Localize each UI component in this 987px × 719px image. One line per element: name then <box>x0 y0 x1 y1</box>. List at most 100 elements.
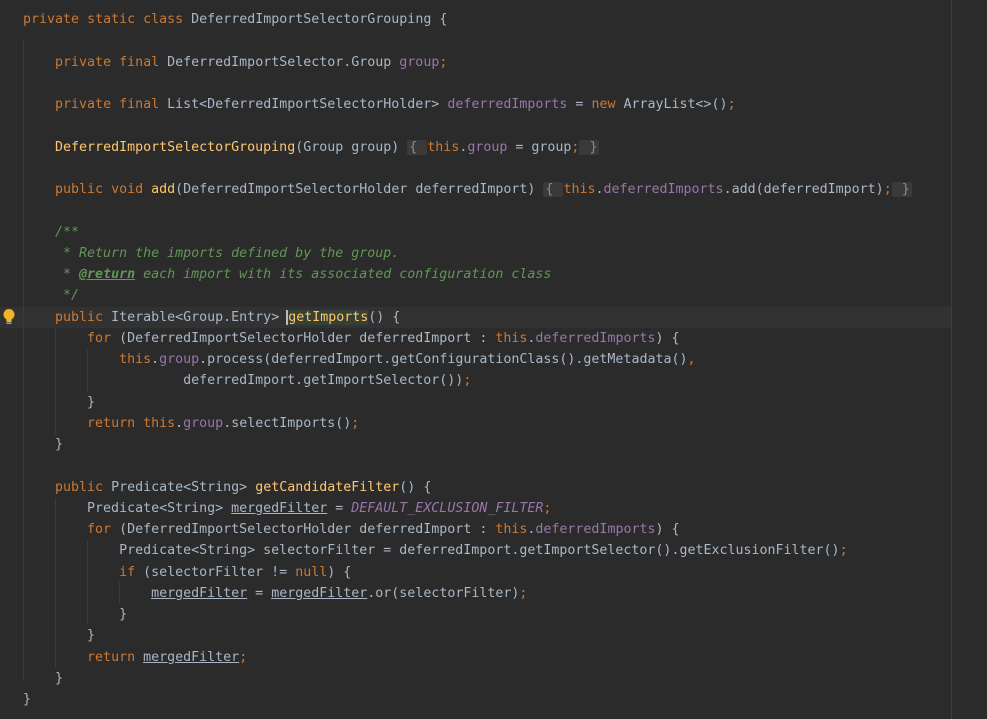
code-line[interactable]: private final DeferredImportSelector.Gro… <box>23 52 447 73</box>
code-token: } <box>23 670 64 686</box>
code-token: .process(deferredImport.getConfiguration… <box>199 352 688 367</box>
code-token: @return <box>79 267 136 282</box>
code-token: . <box>151 352 160 367</box>
code-token: ; <box>239 649 248 665</box>
code-token: ; <box>839 543 848 559</box>
code-token: ; <box>439 54 448 70</box>
code-token: ; <box>519 585 528 601</box>
code-token: Predicate<String> <box>23 500 232 516</box>
code-line[interactable]: } <box>23 625 95 646</box>
editor-gutter[interactable] <box>0 0 18 719</box>
code-token: ) { <box>655 330 680 346</box>
code-token: class <box>143 12 184 27</box>
code-token: ; <box>883 182 892 197</box>
code-editor[interactable]: private static class DeferredImportSelec… <box>0 0 987 719</box>
code-token: } <box>23 628 96 644</box>
code-token: deferredImports <box>535 330 656 346</box>
code-token: group <box>183 415 224 431</box>
code-token: (selectorFilter != <box>135 564 296 580</box>
code-line[interactable]: */ <box>23 285 79 306</box>
code-token: mergedFilter <box>271 585 368 601</box>
code-token: , <box>687 352 696 367</box>
code-line[interactable]: private final List<DeferredImportSelecto… <box>23 94 736 115</box>
code-token: public <box>55 309 104 325</box>
code-token: for <box>87 330 112 346</box>
code-line[interactable]: * @return each import with its associate… <box>23 264 551 285</box>
code-line[interactable]: } <box>23 392 95 413</box>
code-token: each import with its associated configur… <box>135 267 552 282</box>
code-line[interactable]: } <box>23 668 63 689</box>
code-token: mergedFilter <box>231 500 328 516</box>
code-line[interactable]: public void add(DeferredImportSelectorHo… <box>23 179 912 200</box>
code-line[interactable]: for (DeferredImportSelectorHolder deferr… <box>23 328 680 349</box>
code-token: final <box>119 54 160 70</box>
code-line[interactable]: } <box>23 604 127 625</box>
code-token: ; <box>727 97 736 112</box>
code-token: = group <box>507 139 572 155</box>
code-token: ArrayList<>() <box>615 97 728 112</box>
code-token: deferredImports <box>447 97 568 112</box>
code-line[interactable]: } <box>23 689 31 710</box>
code-token: group <box>159 352 200 367</box>
code-line[interactable]: private static class DeferredImportSelec… <box>23 9 447 30</box>
code-token: { <box>407 139 428 155</box>
code-token: Predicate<String> selectorFilter = defer… <box>23 543 840 559</box>
code-line[interactable]: * Return the imports defined by the grou… <box>23 243 399 264</box>
code-token: /** <box>23 224 80 240</box>
code-token: } <box>891 182 912 197</box>
code-line[interactable]: /** <box>23 222 79 243</box>
code-line[interactable]: mergedFilter = mergedFilter.or(selectorF… <box>23 583 527 604</box>
code-line[interactable]: } <box>23 434 63 455</box>
code-token: () { <box>368 309 401 325</box>
code-line[interactable]: Predicate<String> mergedFilter = DEFAULT… <box>23 498 551 519</box>
code-token: ) { <box>327 564 352 580</box>
code-token: add <box>151 182 176 197</box>
code-line[interactable]: deferredImport.getImportSelector()); <box>23 370 471 391</box>
code-line[interactable]: if (selectorFilter != null) { <box>23 562 351 583</box>
code-token: this <box>427 139 460 155</box>
code-token: { <box>543 182 564 197</box>
code-line[interactable]: for (DeferredImportSelectorHolder deferr… <box>23 519 679 540</box>
code-line[interactable]: DeferredImportSelectorGrouping(Group gro… <box>23 137 600 158</box>
code-token: } <box>23 437 64 452</box>
code-token: mergedFilter <box>151 585 248 601</box>
code-token: Predicate<String> <box>103 479 256 495</box>
code-token: DeferredImportSelectorGrouping <box>55 139 296 155</box>
code-token: } <box>23 394 96 410</box>
code-token: ; <box>351 415 360 431</box>
code-line[interactable]: return this.group.selectImports(); <box>23 413 359 434</box>
code-token: this <box>495 330 528 346</box>
code-token: = <box>567 97 592 112</box>
lightbulb-icon[interactable] <box>2 308 16 326</box>
code-token: * <box>23 267 80 282</box>
code-line[interactable]: Predicate<String> selectorFilter = defer… <box>23 540 848 561</box>
right-margin-guide <box>951 0 952 719</box>
code-token: null <box>295 564 328 580</box>
code-line[interactable]: public Iterable<Group.Entry> getImports(… <box>23 307 400 328</box>
code-token: getCandidateFilter <box>255 479 400 495</box>
code-line[interactable]: public Predicate<String> getCandidateFil… <box>23 477 431 498</box>
code-token: .selectImports() <box>223 415 352 431</box>
code-token: List<DeferredImportSelectorHolder> <box>159 97 448 112</box>
code-token: private <box>55 54 112 70</box>
code-line[interactable]: this.group.process(deferredImport.getCon… <box>23 349 696 370</box>
code-token: .add(deferredImport) <box>723 182 884 197</box>
code-token: . <box>175 415 184 431</box>
code-line[interactable]: return mergedFilter; <box>23 647 247 668</box>
code-token: (DeferredImportSelectorHolder deferredIm… <box>175 182 544 197</box>
code-token: } <box>23 607 128 622</box>
code-token: ; <box>463 373 472 389</box>
code-token: private <box>55 97 112 112</box>
